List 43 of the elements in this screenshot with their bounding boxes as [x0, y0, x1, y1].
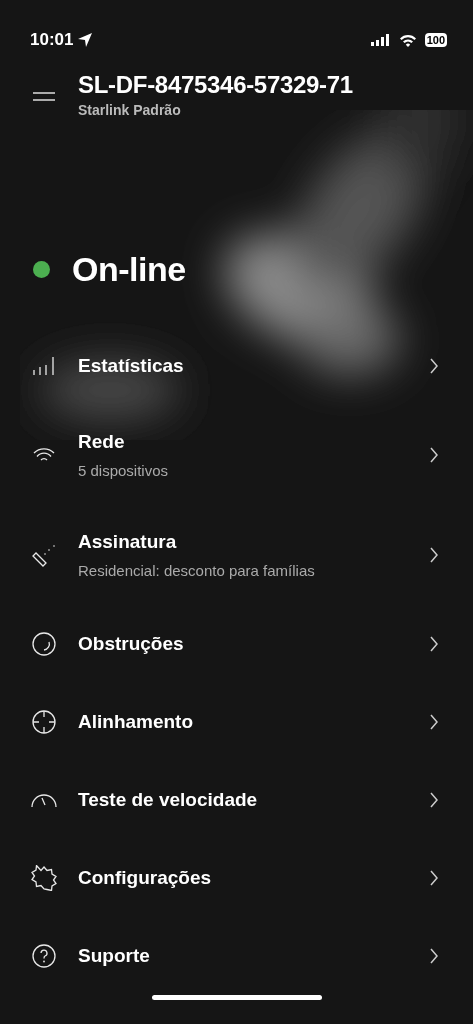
- menu-label: Assinatura: [78, 529, 178, 554]
- menu-item[interactable]: Assinatura Residencial: desconto para famílias: [0, 505, 473, 605]
- menu-detail: Residencial: desconto para famílias: [78, 561, 316, 581]
- menu-item[interactable]: Estatísticas: [0, 327, 473, 405]
- menu-item[interactable]: Teste de velocidade: [0, 761, 473, 839]
- chevron-right-icon: [429, 635, 439, 653]
- chevron-right-icon: [429, 357, 439, 375]
- chevron-right-icon: [429, 869, 439, 887]
- menu-label: Teste de velocidade: [78, 787, 259, 812]
- chevron-right-icon: [429, 713, 439, 731]
- battery-level: 100: [424, 33, 447, 47]
- menu-label: Obstruções: [78, 631, 185, 656]
- menu-item[interactable]: Rede 5 dispositivos: [0, 405, 473, 505]
- connection-status: On-line: [72, 248, 186, 290]
- menu-label: Alinhamento: [78, 709, 195, 734]
- help-icon: [31, 943, 57, 969]
- chevron-right-icon: [429, 947, 439, 965]
- clock: 10:01: [30, 29, 74, 52]
- menu-label: Configurações: [78, 865, 213, 890]
- device-title: SL-DF-8475346-57329-71: [78, 70, 353, 100]
- wifi-icon: [32, 447, 56, 463]
- location-arrow-icon: [77, 32, 94, 48]
- chevron-right-icon: [429, 546, 439, 564]
- menu-icon[interactable]: [32, 89, 56, 102]
- bars-icon: [32, 356, 56, 376]
- obstruction-icon: [31, 631, 57, 657]
- satellite-dish-icon: [31, 542, 57, 568]
- menu-label: Suporte: [78, 943, 151, 968]
- gauge-icon: [30, 792, 58, 808]
- menu-item[interactable]: Obstruções: [0, 605, 473, 683]
- wifi-icon: [398, 33, 417, 47]
- menu-item[interactable]: Configurações: [0, 839, 473, 917]
- menu-item[interactable]: Suporte: [0, 917, 473, 995]
- menu-detail: 5 dispositivos: [78, 461, 170, 481]
- menu-label: Estatísticas: [78, 353, 185, 378]
- menu-label: Rede: [78, 429, 126, 454]
- chevron-right-icon: [429, 791, 439, 809]
- menu-item[interactable]: Alinhamento: [0, 683, 473, 761]
- device-subtitle: Starlink Padrão: [78, 101, 182, 120]
- chevron-right-icon: [429, 446, 439, 464]
- signal-icon: [370, 34, 391, 46]
- settings-icon: [31, 865, 57, 891]
- crosshair-icon: [31, 709, 57, 735]
